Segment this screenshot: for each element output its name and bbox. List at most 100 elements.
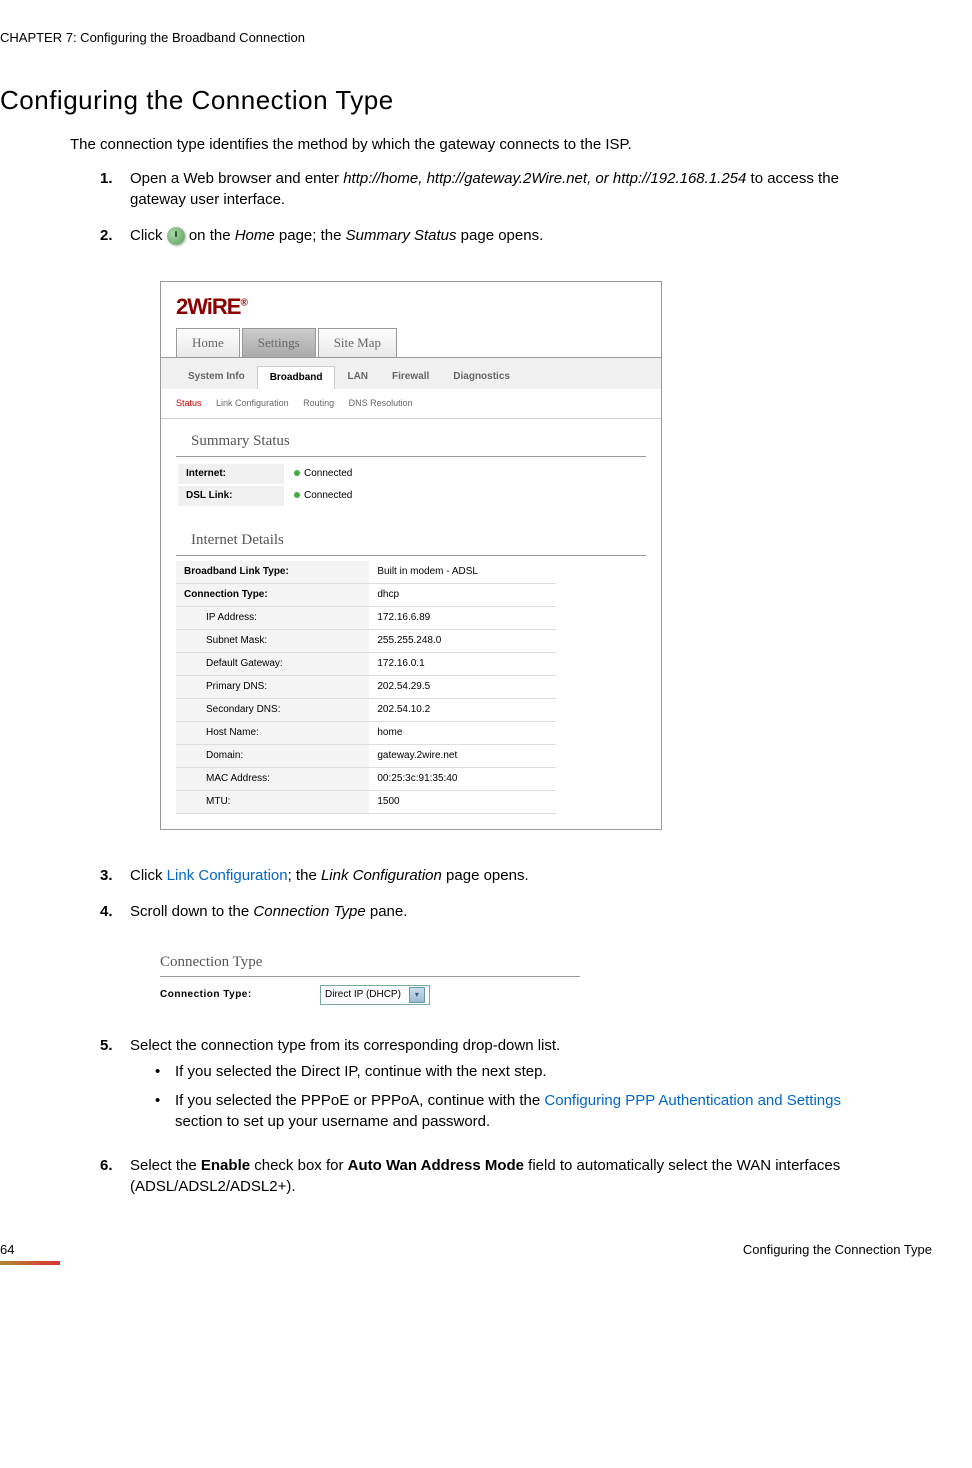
step-number: 6. xyxy=(100,1155,130,1197)
details-table: Broadband Link Type:Built in modem - ADS… xyxy=(176,561,556,814)
status-dot-icon xyxy=(294,470,300,476)
subtab-firewall[interactable]: Firewall xyxy=(380,366,441,389)
bullet-icon: • xyxy=(155,1090,175,1132)
step-1: 1. Open a Web browser and enter http://h… xyxy=(100,168,892,210)
detail-value: 172.16.0.1 xyxy=(369,652,556,675)
step-text: Select the xyxy=(130,1157,201,1174)
connection-type-label: Connection Type: xyxy=(160,988,320,1002)
connection-type-heading: Connection Type xyxy=(160,952,580,977)
table-row: DSL Link: Connected xyxy=(178,486,360,506)
connection-type-select[interactable]: Direct IP (DHCP) ▾ xyxy=(320,985,430,1005)
detail-value: home xyxy=(369,721,556,744)
table-row: Connection Type:dhcp xyxy=(176,583,556,606)
field-name: Auto Wan Address Mode xyxy=(348,1157,524,1174)
step-4: 4. Scroll down to the Connection Type pa… xyxy=(100,901,892,922)
detail-value: Built in modem - ADSL xyxy=(369,561,556,584)
step-text: page; the xyxy=(275,227,346,244)
detail-value: 1500 xyxy=(369,790,556,813)
table-row: Internet: Connected xyxy=(178,464,360,484)
footer-bar-icon xyxy=(0,1261,60,1265)
detail-label: MTU: xyxy=(176,790,369,813)
detail-value: dhcp xyxy=(369,583,556,606)
table-row: MTU:1500 xyxy=(176,790,556,813)
table-row: Subnet Mask:255.255.248.0 xyxy=(176,629,556,652)
page-name: Summary Status xyxy=(346,227,457,244)
tab-settings[interactable]: Settings xyxy=(242,328,316,357)
detail-value: 202.54.10.2 xyxy=(369,698,556,721)
globe-icon xyxy=(167,227,185,245)
detail-label: Broadband Link Type: xyxy=(176,561,369,584)
table-row: Primary DNS:202.54.29.5 xyxy=(176,675,556,698)
bullet-text: If you selected the PPPoE or PPPoA, cont… xyxy=(175,1092,544,1109)
bullet-icon: • xyxy=(155,1061,175,1082)
step-text: page opens. xyxy=(457,227,544,244)
detail-label: Subnet Mask: xyxy=(176,629,369,652)
subnav-link-configuration[interactable]: Link Configuration xyxy=(216,398,289,408)
step-2: 2. Click on the Home page; the Summary S… xyxy=(100,225,892,246)
logo: 2WiRE® xyxy=(176,294,247,319)
step-text: Scroll down to the xyxy=(130,903,253,920)
ppp-auth-link[interactable]: Configuring PPP Authentication and Setti… xyxy=(544,1092,841,1109)
detail-value: 202.54.29.5 xyxy=(369,675,556,698)
intro-text: The connection type identifies the metho… xyxy=(70,136,932,153)
detail-label: Default Gateway: xyxy=(176,652,369,675)
subtab-diagnostics[interactable]: Diagnostics xyxy=(441,366,522,389)
internet-value: Connected xyxy=(304,468,352,479)
step-number: 1. xyxy=(100,168,130,210)
registered-mark: ® xyxy=(240,298,246,309)
detail-label: Host Name: xyxy=(176,721,369,744)
detail-label: IP Address: xyxy=(176,606,369,629)
table-row: IP Address:172.16.6.89 xyxy=(176,606,556,629)
step-text: on the xyxy=(185,227,235,244)
subtab-broadband[interactable]: Broadband xyxy=(257,366,336,389)
page-name: Home xyxy=(235,227,275,244)
subnav-routing[interactable]: Routing xyxy=(303,398,334,408)
step-text: Click xyxy=(130,227,167,244)
step-5: 5. Select the connection type from its c… xyxy=(100,1035,892,1140)
table-row: Broadband Link Type:Built in modem - ADS… xyxy=(176,561,556,584)
screenshot-container: 2WiRE® Home Settings Site Map System Inf… xyxy=(100,261,892,850)
dsl-label: DSL Link: xyxy=(178,486,284,506)
status-dot-icon xyxy=(294,492,300,498)
detail-label: Connection Type: xyxy=(176,583,369,606)
detail-value: gateway.2wire.net xyxy=(369,744,556,767)
page-footer: 64 Configuring the Connection Type xyxy=(0,1212,932,1270)
step-text: Click xyxy=(130,867,167,884)
subnav-dns-resolution[interactable]: DNS Resolution xyxy=(349,398,413,408)
detail-label: Domain: xyxy=(176,744,369,767)
status-table: Internet: Connected DSL Link: Connected xyxy=(176,462,362,508)
step-number: 2. xyxy=(100,225,130,246)
step-text: check box for xyxy=(250,1157,348,1174)
detail-value: 00:25:3c:91:35:40 xyxy=(369,767,556,790)
step-text: page opens. xyxy=(442,867,529,884)
summary-status-heading: Summary Status xyxy=(176,419,646,457)
table-row: Domain:gateway.2wire.net xyxy=(176,744,556,767)
section-title: Configuring the Connection Type xyxy=(0,85,932,116)
chapter-header: CHAPTER 7: Configuring the Broadband Con… xyxy=(0,20,932,55)
step-number: 3. xyxy=(100,865,130,886)
step-text: Select the connection type from its corr… xyxy=(130,1037,560,1054)
page-number: 64 xyxy=(0,1242,14,1257)
detail-label: Secondary DNS: xyxy=(176,698,369,721)
tab-sitemap[interactable]: Site Map xyxy=(318,328,397,357)
tab-home[interactable]: Home xyxy=(176,328,240,357)
link-configuration-link[interactable]: Link Configuration xyxy=(167,867,288,884)
pane-name: Connection Type xyxy=(253,903,365,920)
connection-type-screenshot: Connection Type Connection Type: Direct … xyxy=(160,952,580,1005)
subnav-status[interactable]: Status xyxy=(176,398,202,408)
step-number: 5. xyxy=(100,1035,130,1140)
step-6: 6. Select the Enable check box for Auto … xyxy=(100,1155,892,1197)
subtab-lan[interactable]: LAN xyxy=(335,366,380,389)
internet-label: Internet: xyxy=(178,464,284,484)
table-row: MAC Address:00:25:3c:91:35:40 xyxy=(176,767,556,790)
table-row: Host Name:home xyxy=(176,721,556,744)
enable-label: Enable xyxy=(201,1157,250,1174)
step-text: pane. xyxy=(366,903,408,920)
url-text: http://home, http://gateway.2Wire.net, o… xyxy=(343,170,746,187)
subtab-system-info[interactable]: System Info xyxy=(176,366,257,389)
table-row: Secondary DNS:202.54.10.2 xyxy=(176,698,556,721)
detail-value: 255.255.248.0 xyxy=(369,629,556,652)
bullet-text: section to set up your username and pass… xyxy=(175,1113,490,1130)
step-text: ; the xyxy=(288,867,321,884)
summary-status-screenshot: 2WiRE® Home Settings Site Map System Inf… xyxy=(160,281,662,830)
